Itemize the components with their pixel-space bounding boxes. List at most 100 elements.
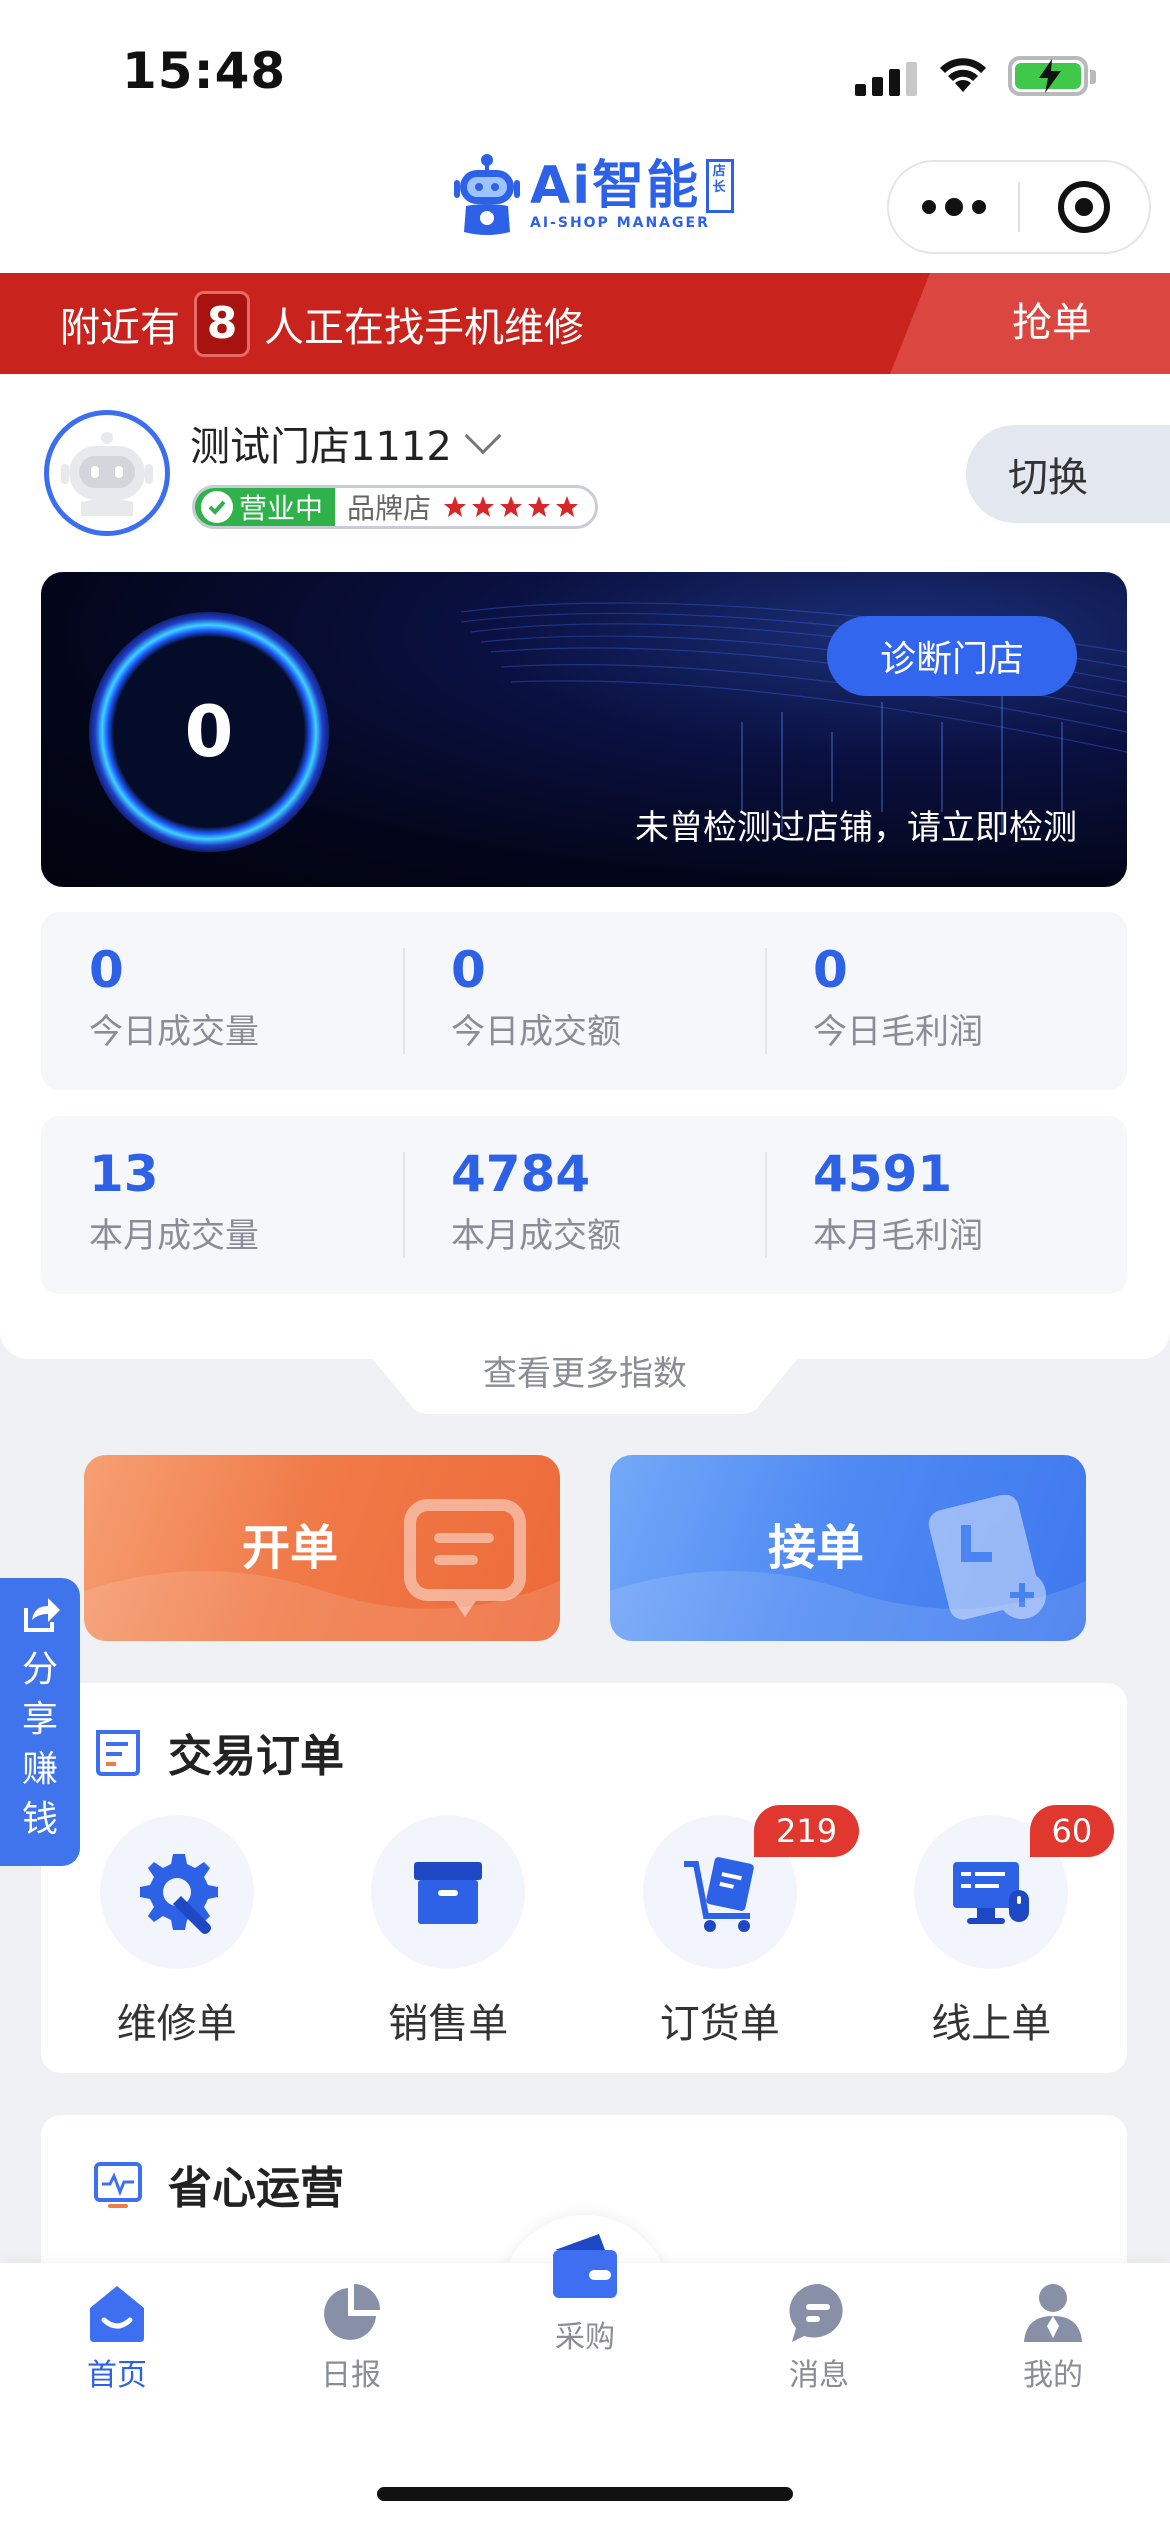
tab-label: 日报 — [321, 2358, 381, 2393]
stat-cell: 13 本月成交量 — [41, 1116, 403, 1294]
logo-title: Ai智能 — [530, 156, 701, 216]
tab-profile[interactable]: 我的 — [936, 2280, 1170, 2394]
cart-document-icon — [683, 1857, 754, 1932]
store-status-badges: 营业中 品牌店 — [192, 485, 599, 529]
order-label: 线上单 — [931, 2001, 1052, 2047]
share-char: 赚 — [21, 1749, 58, 1790]
more-metrics-link[interactable]: 查看更多指数 — [370, 1346, 800, 1395]
stat-cell: 0 今日成交额 — [403, 912, 765, 1090]
month-stats[interactable]: 13 本月成交量 4784 本月成交额 4591 本月毛利润 — [41, 1116, 1127, 1294]
stat-value: 0 — [89, 941, 124, 999]
banner-prefix: 附近有 — [60, 304, 180, 351]
diagnosis-hint: 未曾检测过店铺，请立即检测 — [635, 808, 1077, 848]
stat-label: 今日毛利润 — [813, 1012, 983, 1052]
nearby-demand-banner[interactable]: 附近有 8 人正在找手机维修 抢单 — [0, 273, 1170, 374]
today-stats[interactable]: 0 今日成交量 0 今日成交额 0 今日毛利润 — [41, 912, 1127, 1090]
store-rating — [443, 495, 595, 519]
robot-avatar-icon — [61, 432, 153, 516]
store-avatar[interactable] — [44, 410, 170, 536]
diagnosis-score: 0 — [184, 691, 234, 773]
open-order-label: 开单 — [242, 1520, 339, 1576]
receipt-icon — [404, 1499, 526, 1617]
monitor-pulse-icon — [94, 2162, 142, 2208]
home-indicator[interactable] — [377, 2487, 793, 2501]
tab-label: 首页 — [87, 2358, 147, 2393]
sales-order-item[interactable]: 销售单 — [313, 1815, 585, 2049]
stat-cell: 4784 本月成交额 — [403, 1116, 765, 1294]
robot-logo-icon — [454, 154, 520, 235]
stat-label: 本月毛利润 — [813, 1216, 983, 1256]
share-char: 钱 — [21, 1799, 58, 1840]
status-time: 15:48 — [122, 42, 287, 100]
stat-label: 今日成交量 — [89, 1012, 259, 1052]
tab-bar-items: 首页 日报 采购 消息 我的 — [0, 2234, 1170, 2394]
tab-label: 我的 — [1023, 2358, 1083, 2393]
store-selector[interactable]: 测试门店1112 — [190, 414, 502, 472]
monitor-icon — [953, 1862, 1030, 1924]
repair-order-item[interactable]: 维修单 — [41, 1815, 313, 2049]
star-icon — [528, 496, 551, 517]
document-add-icon — [928, 1495, 1046, 1620]
star-icon — [500, 496, 523, 517]
order-label: 维修单 — [116, 2001, 237, 2047]
stat-cell: 0 今日毛利润 — [765, 912, 1127, 1090]
wifi-icon — [940, 58, 986, 92]
share-earn-button[interactable]: 分 享 赚 钱 — [0, 1578, 80, 1866]
take-order-button[interactable]: 接单 — [610, 1455, 1086, 1641]
logo-seal: 店长 — [706, 159, 735, 213]
chat-icon — [789, 2283, 843, 2342]
gear-wrench-icon — [139, 1854, 218, 1934]
star-icon — [444, 496, 467, 517]
share-icon — [24, 1598, 60, 1632]
app-logo: Ai智能 店长 AI-SHOP MANAGER — [452, 152, 735, 236]
user-icon — [1024, 2284, 1082, 2342]
stat-value: 4591 — [813, 1145, 953, 1203]
tab-messages[interactable]: 消息 — [702, 2280, 936, 2394]
operations-header: 省心运营 — [90, 2152, 344, 2216]
section-title: 省心运营 — [168, 2163, 344, 2214]
share-char: 享 — [21, 1699, 58, 1740]
switch-store-button[interactable]: 切换 — [966, 425, 1170, 523]
signal-icon — [855, 56, 917, 96]
star-icon — [556, 496, 579, 517]
close-miniprogram-button[interactable] — [1020, 162, 1149, 252]
stat-cell: 0 今日成交量 — [41, 912, 403, 1090]
stat-value: 0 — [813, 941, 848, 999]
open-order-button[interactable]: 开单 — [84, 1455, 560, 1641]
section-title: 交易订单 — [168, 1731, 344, 1782]
online-order-item[interactable]: 线上单 60 — [856, 1805, 1128, 2049]
tab-purchase[interactable]: 采购 — [468, 2228, 702, 2394]
more-options-button[interactable] — [889, 162, 1018, 252]
grab-order-button[interactable]: 抢单 — [1012, 273, 1092, 374]
stat-label: 今日成交额 — [451, 1012, 621, 1052]
home-indicator-area — [0, 2428, 1170, 2532]
status-badge: 营业中 — [195, 488, 336, 526]
stat-label: 本月成交量 — [89, 1216, 259, 1256]
store-type: 品牌店 — [347, 492, 432, 525]
store-name: 测试门店1112 — [190, 424, 452, 470]
check-icon — [201, 491, 233, 523]
purchase-order-item[interactable]: 订货单 219 — [584, 1805, 860, 2049]
take-order-label: 接单 — [768, 1520, 865, 1576]
banner-count: 8 — [194, 290, 250, 357]
home-icon — [90, 2286, 144, 2342]
stat-label: 本月成交额 — [451, 1216, 621, 1256]
order-type-grid: 维修单 销售单 订货单 219 线上单 60 — [41, 1805, 1128, 2049]
tab-daily-report[interactable]: 日报 — [234, 2280, 468, 2394]
tab-label: 采购 — [555, 2320, 615, 2355]
battery-icon — [1008, 56, 1096, 96]
tab-home[interactable]: 首页 — [0, 2280, 234, 2394]
stat-value: 4784 — [451, 1145, 591, 1203]
wallet-icon — [553, 2234, 617, 2298]
share-char: 分 — [21, 1649, 58, 1690]
order-list-icon — [96, 1730, 140, 1776]
order-label: 订货单 — [659, 2001, 780, 2047]
archive-box-icon — [414, 1862, 483, 1924]
target-icon — [1058, 181, 1111, 233]
pie-chart-icon — [324, 2284, 380, 2340]
trade-orders-header: 交易订单 — [90, 1720, 344, 1784]
order-label: 销售单 — [388, 2001, 509, 2047]
diagnose-store-button[interactable]: 诊断门店 — [827, 616, 1077, 696]
miniprogram-capsule — [887, 160, 1151, 254]
banner-suffix: 人正在找手机维修 — [264, 304, 584, 351]
